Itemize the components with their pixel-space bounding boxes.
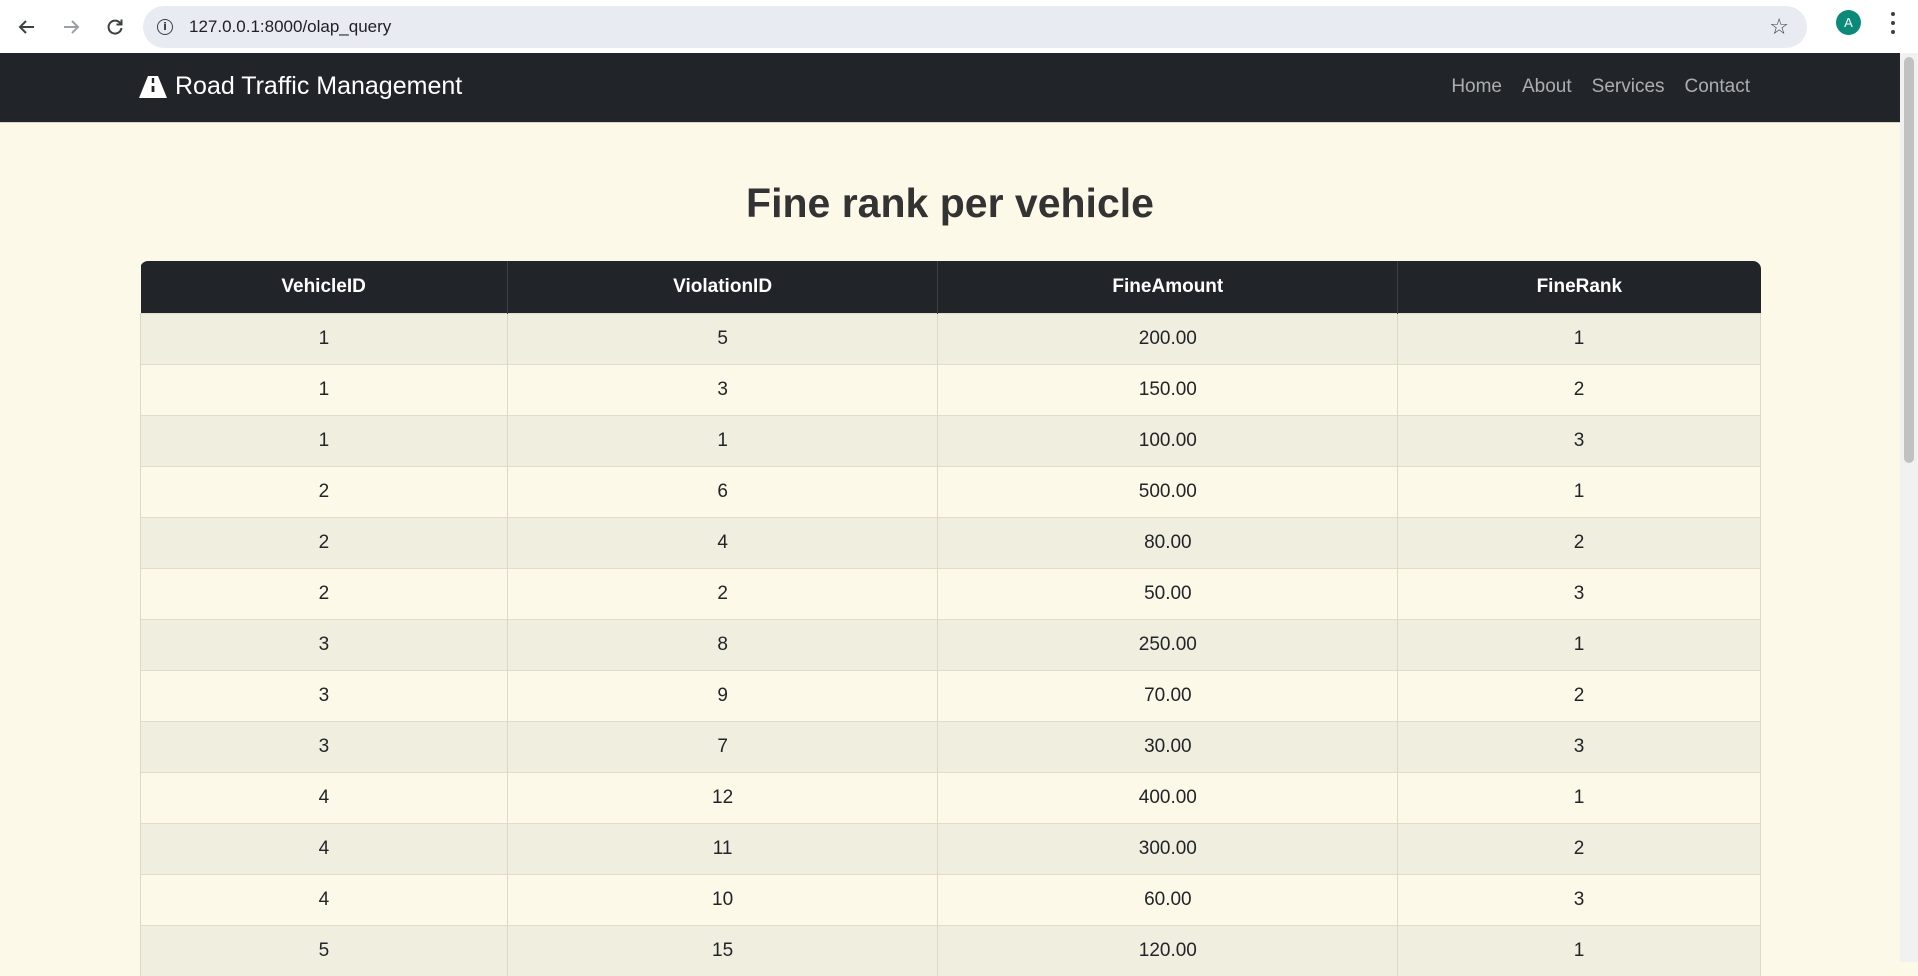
cell-fine-amount: 200.00 — [937, 312, 1398, 364]
cell-fine-rank: 3 — [1397, 567, 1761, 619]
cell-violation-id: 3 — [506, 363, 938, 415]
nav-link-about[interactable]: About — [1522, 76, 1572, 98]
nav-link-services[interactable]: Services — [1592, 76, 1665, 98]
cell-fine-rank: 1 — [1397, 465, 1761, 517]
cell-violation-id: 12 — [506, 771, 938, 823]
cell-vehicle-id: 2 — [140, 516, 508, 568]
site-info-icon[interactable]: i — [151, 13, 179, 41]
results-table-container: VehicleID ViolationID FineAmount FineRan… — [140, 261, 1761, 976]
cell-vehicle-id: 2 — [140, 567, 508, 619]
cell-fine-rank: 3 — [1397, 873, 1761, 925]
table-row: 3 8 250.00 1 — [140, 618, 1761, 670]
cell-violation-id: 6 — [506, 465, 938, 517]
nav-link-home[interactable]: Home — [1451, 76, 1502, 98]
table-body: 1 5 200.00 1 1 3 150.00 2 1 1 100.00 3 2 6 500.00 1 2 4 80… — [140, 312, 1761, 976]
cell-fine-rank: 2 — [1397, 822, 1761, 874]
header-vehicle-id: VehicleID — [281, 275, 366, 297]
cell-violation-id: 1 — [506, 414, 938, 466]
cell-violation-id: 5 — [506, 312, 938, 364]
table-row: 2 4 80.00 2 — [140, 516, 1761, 568]
cell-fine-amount: 60.00 — [937, 873, 1398, 925]
cell-fine-rank: 1 — [1397, 771, 1761, 823]
road-icon — [139, 75, 167, 98]
header-violation-id: ViolationID — [506, 261, 938, 313]
brand-name: Road Traffic Management — [175, 72, 463, 100]
cell-violation-id: 4 — [506, 516, 938, 568]
results-table: VehicleID ViolationID FineAmount FineRan… — [140, 261, 1761, 976]
cell-fine-amount: 400.00 — [937, 771, 1398, 823]
table-row: 1 5 200.00 1 — [140, 312, 1761, 364]
cell-fine-rank: 2 — [1397, 363, 1761, 415]
cell-violation-id: 9 — [506, 669, 938, 721]
table-header-row: VehicleID ViolationID FineAmount FineRan… — [140, 261, 1761, 313]
cell-fine-rank: 2 — [1397, 669, 1761, 721]
page-title: Fine rank per vehicle — [746, 180, 1154, 226]
cell-violation-id: 15 — [506, 924, 938, 976]
cell-violation-id: 11 — [506, 822, 938, 874]
header-fine-amount: FineAmount — [937, 261, 1398, 313]
back-arrow-icon[interactable] — [5, 5, 49, 49]
cell-vehicle-id: 1 — [140, 363, 508, 415]
table-row: 5 15 120.00 1 — [140, 924, 1761, 976]
cell-fine-amount: 150.00 — [937, 363, 1398, 415]
table-row: 3 7 30.00 3 — [140, 720, 1761, 772]
bookmark-star-icon[interactable]: ☆ — [1769, 14, 1789, 40]
cell-fine-amount: 70.00 — [937, 669, 1398, 721]
table-row: 1 3 150.00 2 — [140, 363, 1761, 415]
cell-vehicle-id: 3 — [140, 669, 508, 721]
cell-violation-id: 7 — [506, 720, 938, 772]
table-row: 4 10 60.00 3 — [140, 873, 1761, 925]
table-row: 4 11 300.00 2 — [140, 822, 1761, 874]
cell-fine-amount: 50.00 — [937, 567, 1398, 619]
cell-vehicle-id: 1 — [140, 312, 508, 364]
site-navbar: Road Traffic Management Home About Servi… — [0, 53, 1900, 123]
cell-vehicle-id: 4 — [140, 822, 508, 874]
cell-fine-rank: 2 — [1397, 516, 1761, 568]
page-scrollbar[interactable] — [1900, 53, 1918, 962]
forward-arrow-icon[interactable] — [49, 5, 93, 49]
reload-icon[interactable] — [93, 5, 137, 49]
table-row: 2 6 500.00 1 — [140, 465, 1761, 517]
browser-toolbar: i 127.0.0.1:8000/olap_query ☆ A — [0, 0, 1918, 53]
cell-fine-amount: 80.00 — [937, 516, 1398, 568]
browser-menu-icon[interactable] — [1886, 10, 1900, 36]
address-bar[interactable]: i 127.0.0.1:8000/olap_query ☆ — [143, 5, 1807, 48]
cell-vehicle-id: 3 — [140, 720, 508, 772]
header-fine-rank: FineRank — [1397, 261, 1761, 313]
nav-links: Home About Services Contact — [1431, 76, 1750, 98]
nav-link-contact[interactable]: Contact — [1685, 76, 1750, 98]
cell-violation-id: 10 — [506, 873, 938, 925]
cell-vehicle-id: 2 — [140, 465, 508, 517]
cell-fine-amount: 100.00 — [937, 414, 1398, 466]
cell-vehicle-id: 4 — [140, 771, 508, 823]
table-row: 2 2 50.00 3 — [140, 567, 1761, 619]
cell-fine-amount: 120.00 — [937, 924, 1398, 976]
cell-fine-amount: 500.00 — [937, 465, 1398, 517]
cell-vehicle-id: 5 — [140, 924, 508, 976]
table-row: 3 9 70.00 2 — [140, 669, 1761, 721]
url-text[interactable]: 127.0.0.1:8000/olap_query — [189, 17, 391, 37]
cell-fine-amount: 300.00 — [937, 822, 1398, 874]
cell-fine-amount: 30.00 — [937, 720, 1398, 772]
cell-vehicle-id: 4 — [140, 873, 508, 925]
cell-fine-amount: 250.00 — [937, 618, 1398, 670]
cell-fine-rank: 1 — [1397, 924, 1761, 976]
profile-avatar[interactable]: A — [1836, 10, 1861, 35]
cell-fine-rank: 3 — [1397, 414, 1761, 466]
scrollbar-thumb[interactable] — [1904, 57, 1914, 463]
cell-violation-id: 8 — [506, 618, 938, 670]
cell-vehicle-id: 1 — [140, 414, 508, 466]
cell-vehicle-id: 3 — [140, 618, 508, 670]
cell-fine-rank: 1 — [1397, 312, 1761, 364]
cell-fine-rank: 3 — [1397, 720, 1761, 772]
cell-violation-id: 2 — [506, 567, 938, 619]
table-row: 1 1 100.00 3 — [140, 414, 1761, 466]
brand-link[interactable]: Road Traffic Management — [139, 72, 462, 101]
table-row: 4 12 400.00 1 — [140, 771, 1761, 823]
cell-fine-rank: 1 — [1397, 618, 1761, 670]
